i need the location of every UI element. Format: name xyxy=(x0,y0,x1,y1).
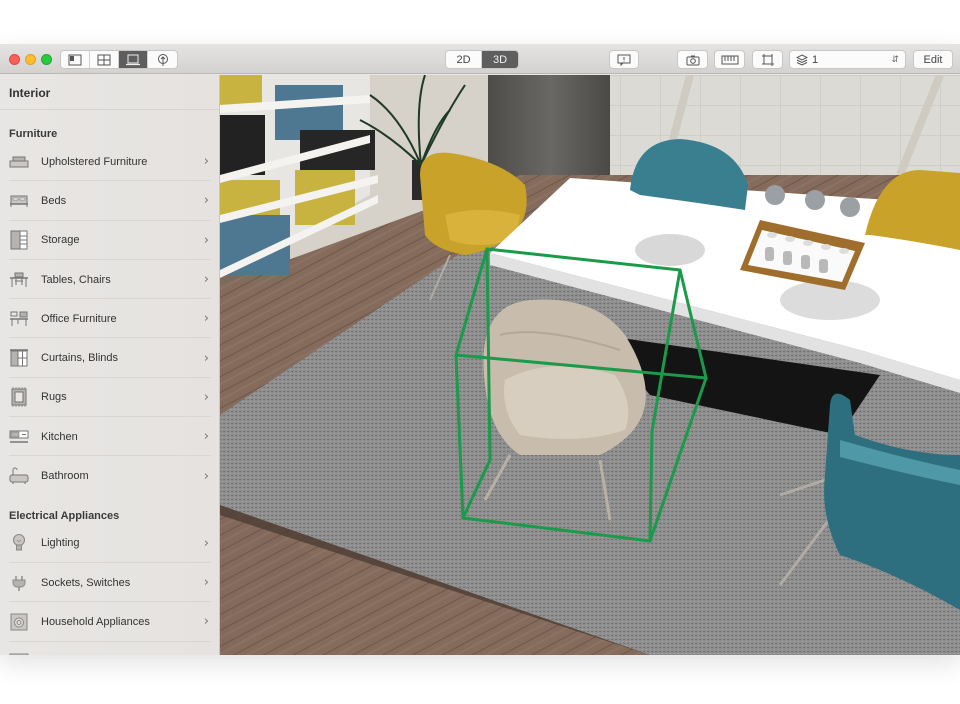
level-value: 1 xyxy=(812,53,819,66)
crop-button[interactable] xyxy=(752,50,783,69)
lightbulb-icon xyxy=(9,533,29,553)
chevron-right-icon: › xyxy=(203,468,209,484)
curtains-icon xyxy=(9,348,29,368)
section-heading-furniture: Furniture xyxy=(9,128,58,140)
sidebar-item-rugs[interactable]: Rugs › xyxy=(0,378,219,418)
minimize-window-button[interactable] xyxy=(25,54,36,65)
sidebar-item-label: Lighting xyxy=(41,537,80,550)
edit-button[interactable]: Edit xyxy=(913,50,953,69)
tab-2d[interactable]: 2D xyxy=(446,51,482,68)
feedback-icon xyxy=(617,54,631,66)
sidebar-item-lighting[interactable]: Lighting › xyxy=(0,524,219,564)
chevron-right-icon: › xyxy=(203,154,209,170)
chevron-right-icon: › xyxy=(203,311,209,327)
toolbar: 2D 3D 1 ⇵ Edit xyxy=(0,44,960,74)
tv-icon xyxy=(9,651,29,655)
sidebar-layout-icon xyxy=(68,54,82,65)
sidebar-item-label: Rugs xyxy=(41,391,67,404)
grid-layout-icon xyxy=(97,54,111,65)
3d-viewport[interactable] xyxy=(220,75,960,655)
chevron-right-icon: › xyxy=(203,535,209,551)
bed-icon xyxy=(9,191,29,211)
sidebar-item-label: Storage xyxy=(41,234,80,247)
office-furniture-icon xyxy=(9,309,29,329)
sidebar-item-label: Sockets, Switches xyxy=(41,576,131,589)
chevron-right-icon: › xyxy=(203,193,209,209)
sidebar-item-kitchen[interactable]: Kitchen › xyxy=(0,417,219,457)
dimension-segmented-control: 2D 3D xyxy=(445,50,519,69)
bathtub-icon xyxy=(9,466,29,486)
sidebar-item-label: Household Appliances xyxy=(41,615,150,628)
storage-icon xyxy=(9,230,29,250)
sidebar-item-curtains-blinds[interactable]: Curtains, Blinds › xyxy=(0,338,219,379)
sidebar-item-bathroom[interactable]: Bathroom › xyxy=(0,456,219,495)
chevron-right-icon: › xyxy=(203,350,209,366)
rug-icon xyxy=(9,387,29,408)
layers-icon xyxy=(796,53,808,66)
kitchen-icon xyxy=(9,427,29,447)
sidebar-item-household-appliances[interactable]: Household Appliances › xyxy=(0,602,219,642)
feedback-button[interactable] xyxy=(609,50,639,69)
chevron-right-icon: › xyxy=(203,389,209,405)
table-chairs-icon xyxy=(9,270,29,290)
sidebar-title: Interior xyxy=(0,75,219,110)
sofa-icon xyxy=(9,152,29,172)
sidebar-item-storage[interactable]: Storage › xyxy=(0,221,219,261)
chevron-right-icon: › xyxy=(203,614,209,630)
sidebar-item-beds[interactable]: Beds › xyxy=(0,181,219,221)
tree-view-button[interactable] xyxy=(148,51,177,68)
3d-scene[interactable] xyxy=(220,75,960,655)
laptop-view-button[interactable] xyxy=(119,51,148,68)
sidebar-item-label: Kitchen xyxy=(41,430,78,443)
view-layout-segmented-control xyxy=(60,50,178,69)
sidebar-item-office-furniture[interactable]: Office Furniture › xyxy=(0,299,219,339)
sidebar-item-label: Office Furniture xyxy=(41,312,117,325)
ruler-icon xyxy=(721,55,738,64)
sidebar: Interior Furniture Upholstered Furniture… xyxy=(0,75,220,655)
section-heading-electrical-appliances: Electrical Appliances xyxy=(9,509,120,522)
ruler-button[interactable] xyxy=(714,50,745,69)
chevron-right-icon: › xyxy=(203,232,209,248)
up-down-chevron-icon: ⇵ xyxy=(891,54,899,64)
sidebar-item-label: Upholstered Furniture xyxy=(41,155,148,168)
crop-icon xyxy=(761,53,774,66)
plug-icon xyxy=(9,573,29,593)
sidebar-item-label: Tables, Chairs xyxy=(41,273,111,286)
sidebar-item-label: Bathroom xyxy=(41,470,89,483)
sidebar-item-upholstered-furniture[interactable]: Upholstered Furniture › xyxy=(0,142,219,182)
sidebar-item-video-tv[interactable]: Video and TV › xyxy=(0,642,219,655)
sidebar-item-sockets-switches[interactable]: Sockets, Switches › xyxy=(0,563,219,603)
sidebar-item-tables-chairs[interactable]: Tables, Chairs › xyxy=(0,260,219,300)
washing-machine-icon xyxy=(9,612,29,632)
chevron-right-icon: › xyxy=(203,272,209,288)
tree-icon xyxy=(157,53,168,66)
app-window: 2D 3D 1 ⇵ Edit Interior Furniture Uphols… xyxy=(0,44,960,655)
level-select[interactable]: 1 ⇵ xyxy=(789,50,906,69)
zoom-window-button[interactable] xyxy=(41,54,52,65)
laptop-view-icon xyxy=(126,54,140,65)
camera-button[interactable] xyxy=(677,50,708,69)
camera-icon xyxy=(686,55,699,65)
sidebar-item-label: Beds xyxy=(41,194,67,207)
chevron-right-icon: › xyxy=(203,575,209,591)
sidebar-item-label: Curtains, Blinds xyxy=(41,352,119,365)
tab-3d[interactable]: 3D xyxy=(482,51,518,68)
chevron-right-icon: › xyxy=(203,429,209,445)
chevron-right-icon: › xyxy=(204,654,209,655)
grid-layout-button[interactable] xyxy=(90,51,119,68)
close-window-button[interactable] xyxy=(9,54,20,65)
sidebar-layout-button[interactable] xyxy=(61,51,90,68)
